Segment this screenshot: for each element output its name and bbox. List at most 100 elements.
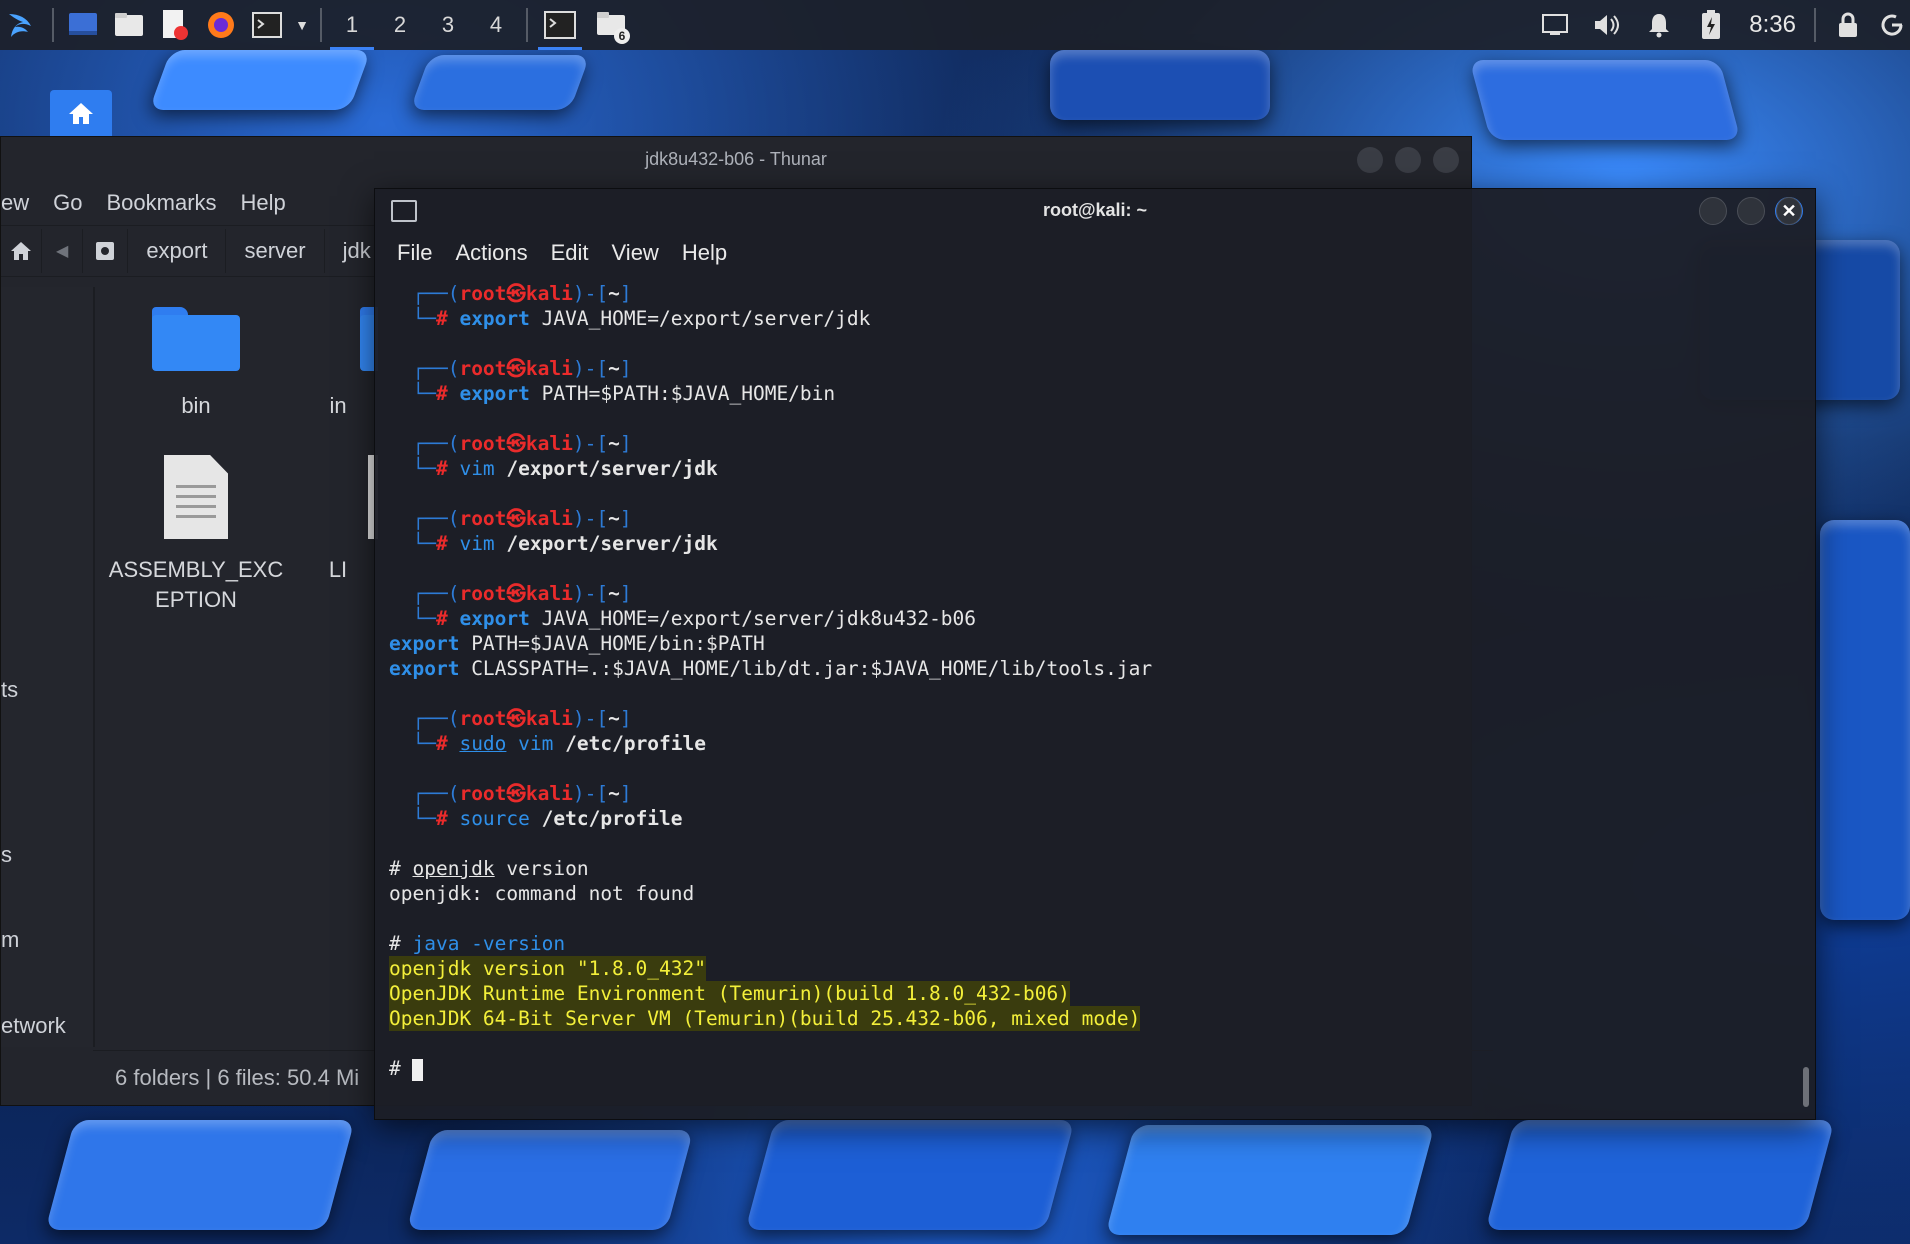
window-title: root@kali: ~ [1042,199,1148,220]
volume-button[interactable] [1581,0,1633,50]
minimize-button[interactable] [1357,147,1383,173]
command-args: /export/server/jdk [494,532,718,555]
menu-view[interactable]: View [612,240,659,266]
terminal-icon [544,11,576,39]
notifications-button[interactable] [1633,0,1685,50]
prompt-bracket: └─ [389,532,436,555]
prompt-bracket: ] [619,357,632,380]
task-terminal[interactable] [534,0,586,50]
sidebar-item[interactable]: s [1,842,12,868]
text-editor-launcher[interactable] [152,0,198,50]
breadcrumb-export[interactable]: export [128,229,227,273]
lock-screen-button[interactable] [1822,0,1874,50]
sidebar-item[interactable]: m [1,927,19,953]
kali-menu-button[interactable] [0,0,46,50]
power-status-button[interactable] [1685,0,1737,50]
display-button[interactable] [1529,0,1581,50]
prompt-user-host: root㉿kali [459,357,573,380]
terminal-output[interactable]: ┌──(root㉿kali)-[~] └─# export JAVA_HOME=… [389,281,1789,1081]
command-args: version [494,857,589,880]
terminal-icon [391,200,417,222]
maximize-button[interactable] [1395,147,1421,173]
task-file-manager-group[interactable]: 6 [586,0,638,50]
file-item[interactable]: ASSEMBLY_EXCEPTION [96,455,296,615]
minimize-button[interactable] [1699,197,1727,225]
close-icon: ✕ [1776,197,1802,225]
path-root-button[interactable] [83,229,129,273]
logout-button[interactable] [1874,0,1910,50]
launcher-dropdown[interactable]: ▼ [290,0,314,50]
file-manager-launcher[interactable] [106,0,152,50]
command-line: └─# export JAVA_HOME=/export/server/jdk [389,306,1789,331]
command-name: vim [459,457,495,480]
workspace-3[interactable]: 3 [424,0,472,50]
file-item[interactable]: in [298,307,378,419]
menu-bookmarks[interactable]: Bookmarks [106,190,216,216]
power-icon [1881,14,1903,36]
bell-icon [1649,14,1670,38]
prompt-symbol: # [435,607,460,630]
command-name: export [389,657,460,680]
sidebar-item[interactable]: ts [1,677,18,703]
command-args: /export/server/jdk [494,457,718,480]
prompt-dir: ~ [608,357,620,380]
prompt-symbol: # [389,932,413,955]
panel-separator [526,8,528,42]
home-desktop-icon[interactable] [50,90,112,136]
clock[interactable]: 8:36 [1737,11,1808,39]
workspace-4[interactable]: 4 [472,0,520,50]
command-line: └─# sudo vim /etc/profile [389,731,1789,756]
prompt-user-host: root㉿kali [459,782,573,805]
thunar-sidebar: ts s m etwork [1,287,95,1047]
error-text: openjdk: command not found [389,882,695,905]
menu-file[interactable]: File [397,240,432,266]
prompt-line: ┌──(root㉿kali)-[~] [389,356,1789,381]
menu-actions[interactable]: Actions [455,240,527,266]
prompt-user-host: root㉿kali [459,282,573,305]
status-text: 6 folders | 6 files: 50.4 Mi [115,1065,360,1090]
close-button[interactable] [1433,147,1459,173]
command-name: export [389,632,460,655]
volume-icon [1595,15,1620,35]
prompt-bracket: ] [619,282,632,305]
menu-view[interactable]: ew [1,190,29,216]
path-back-button[interactable]: ◀ [42,229,84,273]
command-name: vim [506,732,554,755]
thunar-titlebar[interactable]: jdk8u432-b06 - Thunar [1,137,1471,181]
file-item[interactable]: LI [298,455,378,585]
show-desktop-button[interactable] [60,0,106,50]
prompt-line: ┌──(root㉿kali)-[~] [389,581,1789,606]
file-name: in [329,393,347,418]
command-name: openjdk [412,857,495,880]
workspace-1[interactable]: 1 [328,0,376,50]
workspace-2[interactable]: 2 [376,0,424,50]
firefox-launcher[interactable] [198,0,244,50]
java-version-output: openjdk version "1.8.0_432" [389,956,706,981]
menu-go[interactable]: Go [53,190,82,216]
close-button[interactable]: ✕ [1775,197,1803,225]
menu-edit[interactable]: Edit [551,240,589,266]
prompt-symbol: # [435,457,460,480]
terminal-titlebar[interactable]: root@kali: ~ ✕ [375,189,1815,231]
prompt-user-host: root㉿kali [459,432,573,455]
folder-icon [115,13,143,36]
terminal-scrollbar[interactable] [1803,1067,1809,1107]
command-name: export [459,307,530,330]
breadcrumb-server[interactable]: server [226,229,325,273]
prompt-user-host: root㉿kali [459,507,573,530]
prompt-bracket: ┌──( [389,432,460,455]
terminal-launcher[interactable] [244,0,290,50]
drive-icon [96,242,115,260]
menu-help[interactable]: Help [241,190,286,216]
maximize-button[interactable] [1737,197,1765,225]
prompt-line: ┌──(root㉿kali)-[~] [389,506,1789,531]
highlighted-output-line: OpenJDK 64-Bit Server VM (Temurin)(build… [389,1006,1789,1031]
workspace-label: 2 [393,12,407,37]
home-button[interactable] [1,229,42,273]
highlighted-output-line: openjdk version "1.8.0_432" [389,956,1789,981]
prompt-user-host: root㉿kali [459,707,573,730]
file-item[interactable]: bin [96,307,296,419]
sidebar-item-network[interactable]: etwork [1,1013,66,1039]
menu-help[interactable]: Help [682,240,727,266]
